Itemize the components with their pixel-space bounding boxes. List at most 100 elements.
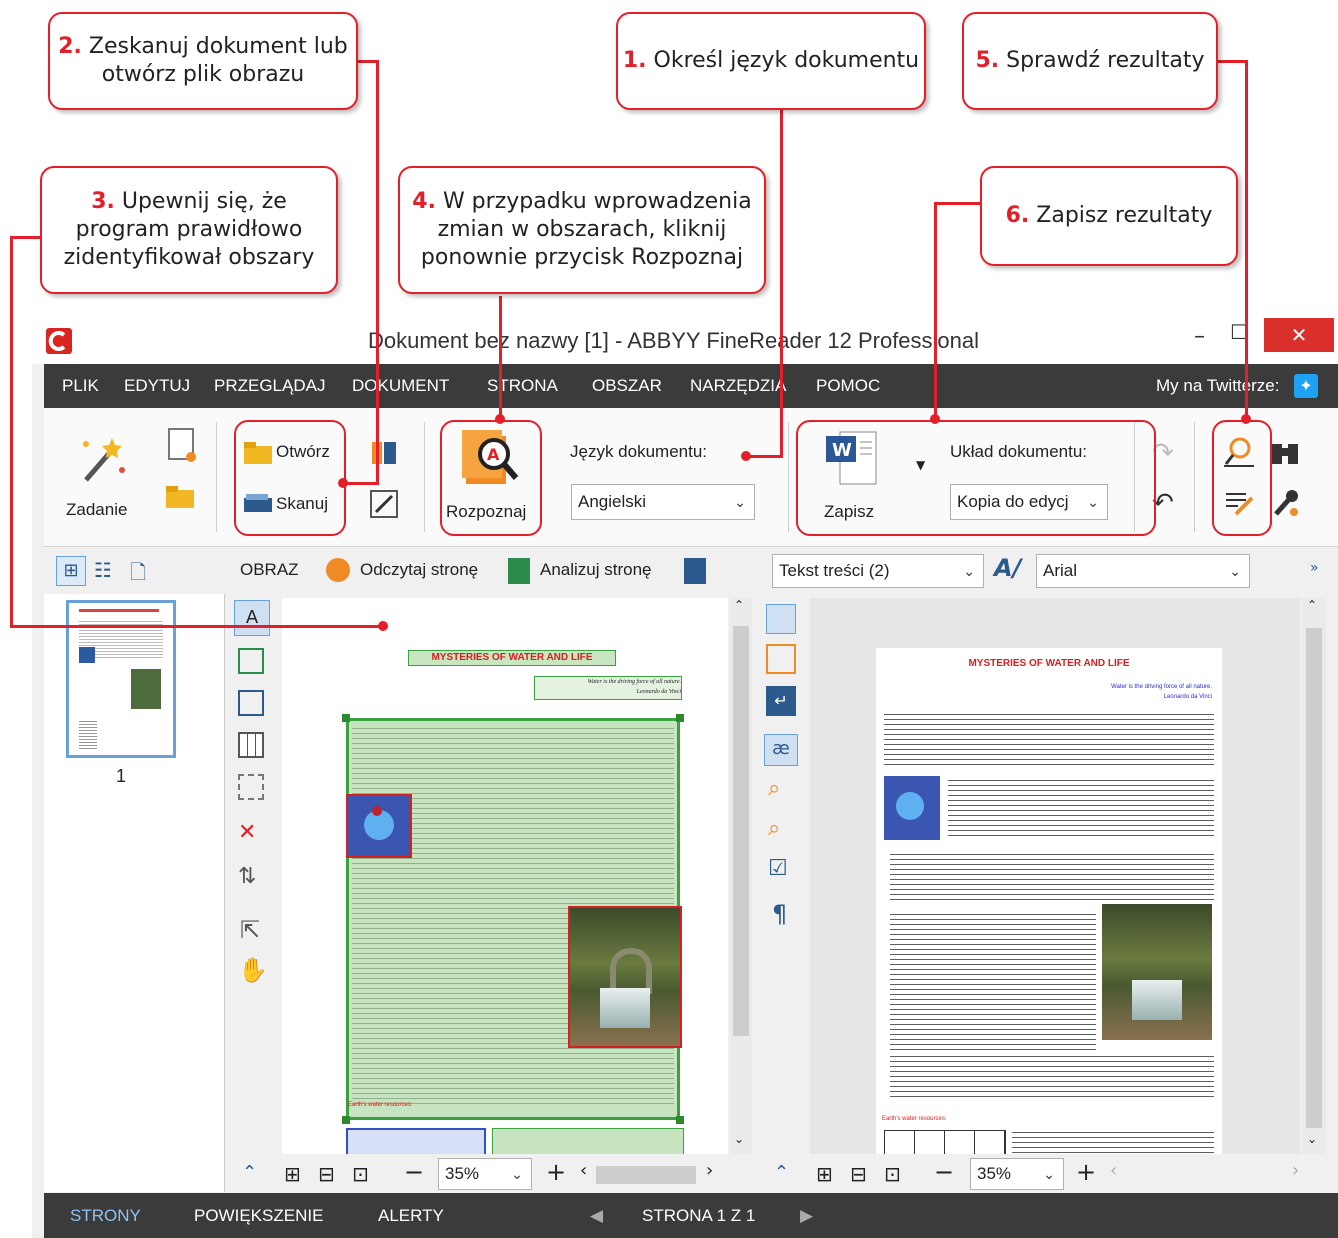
check-text-icon[interactable]: ☑ bbox=[768, 856, 788, 881]
callout-1-text: 1. Określ język dokumentu bbox=[618, 47, 924, 75]
connector-line bbox=[780, 108, 783, 458]
show-areas-icon[interactable] bbox=[766, 644, 796, 674]
table-area-tool-icon[interactable] bbox=[238, 732, 264, 758]
zoom-in-icon[interactable]: + bbox=[1076, 1158, 1096, 1186]
menu-obszar[interactable]: OBSZAR bbox=[592, 376, 662, 396]
tab-pages[interactable]: STRONY bbox=[70, 1206, 141, 1226]
batch-icon[interactable] bbox=[370, 438, 400, 468]
barcode-tool-icon[interactable] bbox=[238, 774, 264, 800]
image-table-region[interactable] bbox=[346, 1128, 486, 1154]
text-zoom-select[interactable]: 35% ⌄ bbox=[970, 1158, 1064, 1190]
recognized-page[interactable]: MYSTERIES OF WATER AND LIFE Water is the… bbox=[876, 648, 1222, 1154]
fit-width-icon[interactable]: ⊟ bbox=[850, 1162, 867, 1186]
pilcrow-icon[interactable]: ¶ bbox=[772, 900, 787, 928]
next-page-icon[interactable]: ▶ bbox=[800, 1206, 813, 1226]
thumbnails-view-icon[interactable]: ⊞ bbox=[56, 556, 86, 586]
close-button[interactable]: ✕ bbox=[1264, 318, 1334, 352]
image-view[interactable]: MYSTERIES OF WATER AND LIFE Water is the… bbox=[282, 598, 728, 1154]
text-lines-2 bbox=[948, 776, 1214, 840]
analyze-page-icon[interactable] bbox=[508, 558, 530, 584]
scroll-right-icon[interactable]: › bbox=[706, 1160, 713, 1181]
callout-6-number: 6. bbox=[1005, 203, 1030, 228]
picture-area-tool-icon[interactable] bbox=[238, 648, 264, 674]
menu-pomoc[interactable]: POMOC bbox=[816, 376, 880, 396]
scroll-right-icon[interactable]: › bbox=[1292, 1160, 1299, 1181]
scroll-left-icon[interactable]: ‹ bbox=[580, 1160, 587, 1181]
order-areas-tool-icon[interactable]: ⇅ bbox=[238, 864, 256, 889]
background-picture-tool-icon[interactable] bbox=[238, 690, 264, 716]
horizontal-scrollbar[interactable] bbox=[596, 1166, 696, 1184]
highlight-open-scan bbox=[234, 420, 346, 536]
text-view[interactable]: MYSTERIES OF WATER AND LIFE Water is the… bbox=[810, 598, 1300, 1154]
zoom-out-icon[interactable]: − bbox=[934, 1158, 954, 1186]
image-picture-region-1[interactable] bbox=[346, 794, 412, 858]
page-thumbnail[interactable] bbox=[66, 600, 176, 758]
image-zoom-select[interactable]: 35% ⌄ bbox=[438, 1158, 532, 1190]
scroll-left-icon[interactable]: ‹ bbox=[1110, 1160, 1117, 1181]
font-select[interactable]: Arial ⌄ bbox=[1036, 554, 1250, 588]
fit-height-icon[interactable]: ⊡ bbox=[352, 1162, 369, 1186]
region-handle[interactable] bbox=[676, 714, 684, 722]
collapse-up-icon[interactable]: ⌃ bbox=[242, 1162, 257, 1183]
paragraph-style-value: Tekst treści (2) bbox=[779, 561, 890, 580]
tab-alerts[interactable]: ALERTY bbox=[378, 1206, 444, 1226]
tab-zoom[interactable]: POWIĘKSZENIE bbox=[194, 1206, 323, 1226]
image-quote-region[interactable]: Water is the driving force of all nature… bbox=[534, 676, 682, 700]
callout-3-text: 3. Upewnij się, że program prawidłowo zi… bbox=[52, 188, 326, 272]
search-icon[interactable]: ⌕ bbox=[768, 816, 780, 841]
open-folder-icon[interactable] bbox=[166, 486, 196, 510]
twitter-icon[interactable]: ✦ bbox=[1294, 374, 1318, 398]
page-properties-icon[interactable]: 🗋 bbox=[130, 558, 146, 592]
read-page-button[interactable]: Odczytaj stronę bbox=[360, 560, 478, 580]
magic-wand-icon[interactable] bbox=[72, 430, 128, 486]
language-select[interactable]: Angielski ⌄ bbox=[571, 484, 755, 520]
new-document-icon[interactable] bbox=[168, 428, 196, 462]
region-handle[interactable] bbox=[342, 1116, 350, 1124]
image-picture-region-2[interactable] bbox=[568, 906, 682, 1048]
delete-area-tool-icon[interactable]: ✕ bbox=[238, 820, 256, 845]
text-scrollbar[interactable]: ⌃ ⌄ bbox=[1302, 598, 1326, 1154]
fit-height-icon[interactable]: ⊡ bbox=[884, 1162, 901, 1186]
line-break-icon[interactable]: ↵ bbox=[766, 686, 796, 716]
fit-width-icon[interactable]: ⊟ bbox=[318, 1162, 335, 1186]
image-text-region-2[interactable] bbox=[492, 1128, 684, 1154]
details-view-icon[interactable]: ☷ bbox=[94, 558, 112, 582]
region-handle[interactable] bbox=[342, 714, 350, 722]
connector-dot bbox=[930, 414, 940, 424]
ligature-icon[interactable]: æ bbox=[764, 734, 798, 766]
read-page-icon[interactable] bbox=[326, 558, 350, 582]
edit-image-icon[interactable] bbox=[370, 490, 398, 518]
menu-plik[interactable]: PLIK bbox=[62, 376, 99, 396]
menu-przegladaj[interactable]: PRZEGLĄDAJ bbox=[214, 376, 325, 396]
menu-strona[interactable]: STRONA bbox=[487, 376, 558, 396]
prev-page-icon[interactable]: ◀ bbox=[590, 1206, 603, 1226]
image-scrollbar[interactable]: ⌃ ⌄ bbox=[730, 598, 752, 1154]
image-heading-region[interactable]: MYSTERIES OF WATER AND LIFE bbox=[408, 650, 616, 666]
minimize-button[interactable]: – bbox=[1194, 324, 1205, 349]
region-handle[interactable] bbox=[676, 1116, 684, 1124]
verify-icon[interactable]: ⌕ bbox=[768, 776, 780, 801]
image-settings-icon[interactable] bbox=[684, 558, 706, 584]
callout-2-body: Zeskanuj dokument lub otwórz plik obrazu bbox=[88, 34, 348, 87]
text-area-tool-icon[interactable]: A bbox=[234, 600, 270, 636]
paragraph-style-select[interactable]: Tekst treści (2) ⌄ bbox=[772, 554, 984, 588]
text-style-icon[interactable]: A/ bbox=[994, 554, 1021, 582]
zoom-out-icon[interactable]: − bbox=[404, 1158, 424, 1186]
analyze-page-button[interactable]: Analizuj stronę bbox=[540, 560, 652, 580]
find-binoculars-icon[interactable] bbox=[1270, 438, 1300, 466]
image-tools-sidebar: A ✕ ⇅ ⇱ ✋ bbox=[228, 594, 278, 1154]
more-tools-icon[interactable]: » bbox=[1310, 560, 1319, 576]
task-label[interactable]: Zadanie bbox=[66, 500, 127, 520]
hand-tool-icon[interactable]: ✋ bbox=[238, 956, 268, 984]
fit-page-icon[interactable]: ⊞ bbox=[816, 1162, 833, 1186]
show-images-icon[interactable] bbox=[766, 604, 796, 634]
menu-narzedzia[interactable]: NARZĘDZIA bbox=[690, 376, 786, 396]
options-wrench-icon[interactable] bbox=[1270, 488, 1300, 518]
fit-page-icon[interactable]: ⊞ bbox=[284, 1162, 301, 1186]
select-pointer-icon[interactable]: ⇱ bbox=[240, 916, 260, 944]
menu-dokument[interactable]: DOKUMENT bbox=[352, 376, 449, 396]
menu-edytuj[interactable]: EDYTUJ bbox=[124, 376, 190, 396]
connector-line bbox=[934, 202, 980, 205]
collapse-up-icon[interactable]: ⌃ bbox=[774, 1162, 789, 1183]
zoom-in-icon[interactable]: + bbox=[546, 1158, 566, 1186]
